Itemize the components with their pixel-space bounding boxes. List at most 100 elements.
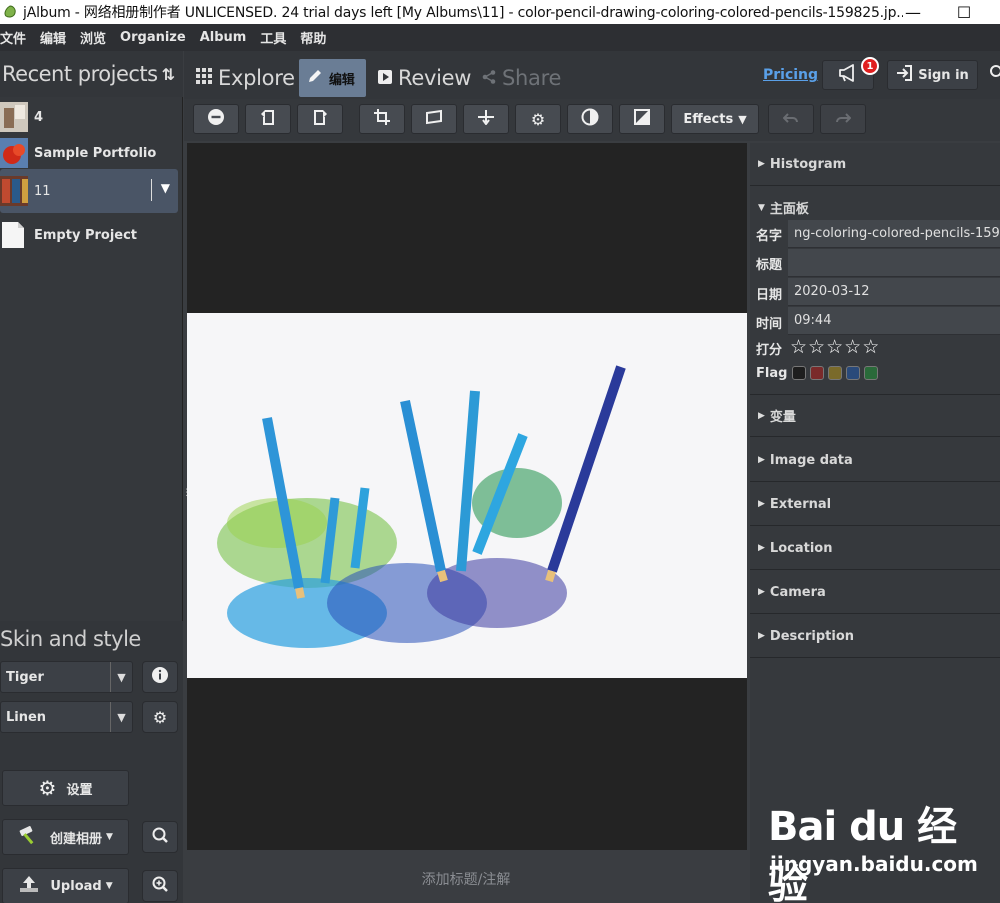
- section-label: Camera: [769, 584, 826, 600]
- project-name: 11: [34, 183, 51, 199]
- caption-bar[interactable]: 添加标题/注解: [187, 855, 745, 903]
- menu-view[interactable]: 浏览: [80, 28, 106, 47]
- sort-icon[interactable]: ⇅: [162, 65, 175, 84]
- rotate-right-button[interactable]: [297, 104, 343, 134]
- window-title: jAlbum - 网络相册制作者 UNLICENSED. 24 trial da…: [23, 5, 903, 21]
- project-item-selected[interactable]: 11 ▼: [0, 169, 178, 213]
- maximize-button[interactable]: ☐: [944, 0, 984, 24]
- chevron-down-icon[interactable]: ▼: [161, 181, 170, 195]
- crop-button[interactable]: [359, 104, 405, 134]
- chevron-right-icon: ▶: [758, 499, 765, 509]
- upload-button[interactable]: Upload ▼: [2, 868, 129, 903]
- skin-info-button[interactable]: [142, 661, 178, 693]
- make-album-button[interactable]: 创建相册 ▼: [2, 819, 129, 855]
- skin-settings-button[interactable]: ⚙: [142, 701, 178, 733]
- undo-icon: [782, 110, 799, 129]
- sign-in-button[interactable]: Sign in: [887, 60, 978, 90]
- menu-file[interactable]: 文件: [0, 28, 26, 47]
- project-thumbnail: [0, 102, 28, 132]
- gear-icon: ⚙: [530, 109, 546, 129]
- chevron-right-icon: ▶: [758, 455, 765, 465]
- watermark-logo: Bai du 经验: [768, 804, 957, 903]
- watermark-url: jingyan.baidu.com: [770, 852, 978, 876]
- flag-swatch[interactable]: [792, 366, 806, 380]
- photo-colored-pencils: [187, 313, 747, 678]
- time-field[interactable]: 09:44: [788, 307, 1000, 335]
- section-histogram[interactable]: ▶ Histogram: [750, 143, 1000, 186]
- project-name: Sample Portfolio: [34, 145, 157, 161]
- section-image-data[interactable]: ▶ Image data: [750, 439, 1000, 482]
- title-field[interactable]: [788, 249, 1000, 277]
- zoom-in-icon: [151, 875, 169, 897]
- chevron-right-icon: ▶: [758, 410, 765, 421]
- preview-button[interactable]: [142, 821, 178, 853]
- name-label: 名字: [756, 229, 783, 244]
- hammer-icon: [18, 825, 40, 850]
- contrast-button[interactable]: [567, 104, 613, 134]
- date-field[interactable]: 2020-03-12: [788, 278, 1000, 306]
- level-button[interactable]: [463, 104, 509, 134]
- star-icon[interactable]: ☆: [844, 338, 861, 357]
- view-online-button[interactable]: [142, 870, 178, 902]
- section-variables[interactable]: ▶ 变量: [750, 394, 1000, 437]
- flag-swatch[interactable]: [810, 366, 824, 380]
- skin-select[interactable]: Tiger ▼: [0, 661, 133, 693]
- style-value: Linen: [6, 709, 47, 725]
- section-external[interactable]: ▶ External: [750, 483, 1000, 526]
- gear-icon: ⚙: [38, 776, 57, 800]
- notifications-button[interactable]: 1: [822, 57, 879, 90]
- undo-button[interactable]: [768, 104, 814, 134]
- star-icon[interactable]: ☆: [826, 338, 843, 357]
- notification-count-badge: 1: [861, 57, 879, 75]
- section-camera[interactable]: ▶ Camera: [750, 571, 1000, 614]
- effects-label: Effects: [683, 111, 734, 127]
- chevron-right-icon: ▶: [758, 543, 765, 553]
- level-icon: [477, 109, 495, 129]
- flag-swatches[interactable]: [792, 366, 882, 380]
- flag-swatch[interactable]: [828, 366, 842, 380]
- chevron-down-icon: ▼: [105, 881, 113, 891]
- section-location[interactable]: ▶ Location: [750, 527, 1000, 570]
- star-icon[interactable]: ☆: [862, 338, 879, 357]
- menu-help[interactable]: 帮助: [300, 28, 326, 47]
- redo-button[interactable]: [820, 104, 866, 134]
- chevron-right-icon: ▶: [758, 587, 765, 597]
- settings-button[interactable]: ⚙ 设置: [2, 770, 129, 806]
- menu-edit[interactable]: 编辑: [40, 28, 66, 47]
- flag-swatch[interactable]: [864, 366, 878, 380]
- recent-projects-title: Recent projects: [2, 62, 158, 86]
- style-select[interactable]: Linen ▼: [0, 701, 133, 733]
- date-label: 日期: [756, 288, 783, 303]
- section-description[interactable]: ▶ Description: [750, 615, 1000, 658]
- tab-explore[interactable]: Explore: [196, 59, 295, 97]
- flag-swatch[interactable]: [846, 366, 860, 380]
- search-icon[interactable]: [988, 64, 1000, 84]
- pencil-icon: [307, 68, 323, 89]
- left-splitter-handle[interactable]: ⋮: [182, 488, 191, 502]
- remove-button[interactable]: [193, 104, 239, 134]
- exposure-button[interactable]: [619, 104, 665, 134]
- project-item[interactable]: Empty Project: [0, 215, 180, 255]
- skin-style-title: Skin and style: [0, 627, 141, 651]
- rating-stars[interactable]: ☆ ☆ ☆ ☆ ☆: [790, 338, 880, 357]
- menu-album[interactable]: Album: [200, 30, 247, 45]
- project-item[interactable]: 4: [0, 97, 180, 137]
- jalbum-app-icon: [3, 5, 17, 19]
- star-icon[interactable]: ☆: [790, 338, 807, 357]
- effects-button[interactable]: Effects ▼: [671, 104, 759, 134]
- star-icon[interactable]: ☆: [808, 338, 825, 357]
- menu-organize[interactable]: Organize: [120, 30, 186, 45]
- image-viewer[interactable]: [187, 143, 747, 850]
- project-item[interactable]: Sample Portfolio: [0, 133, 180, 173]
- pricing-link[interactable]: Pricing: [763, 67, 818, 83]
- rotate-left-button[interactable]: [245, 104, 291, 134]
- tab-share[interactable]: Share: [482, 59, 561, 97]
- minimize-button[interactable]: —: [893, 0, 933, 24]
- tab-review[interactable]: Review: [378, 59, 471, 97]
- tab-edit-label: 编辑: [329, 72, 355, 88]
- adjust-button[interactable]: ⚙: [515, 104, 561, 134]
- straighten-button[interactable]: [411, 104, 457, 134]
- name-field[interactable]: ng-coloring-colored-pencils-159825: [788, 220, 1000, 248]
- menu-tools[interactable]: 工具: [260, 28, 286, 47]
- tab-edit[interactable]: 编辑: [299, 59, 366, 97]
